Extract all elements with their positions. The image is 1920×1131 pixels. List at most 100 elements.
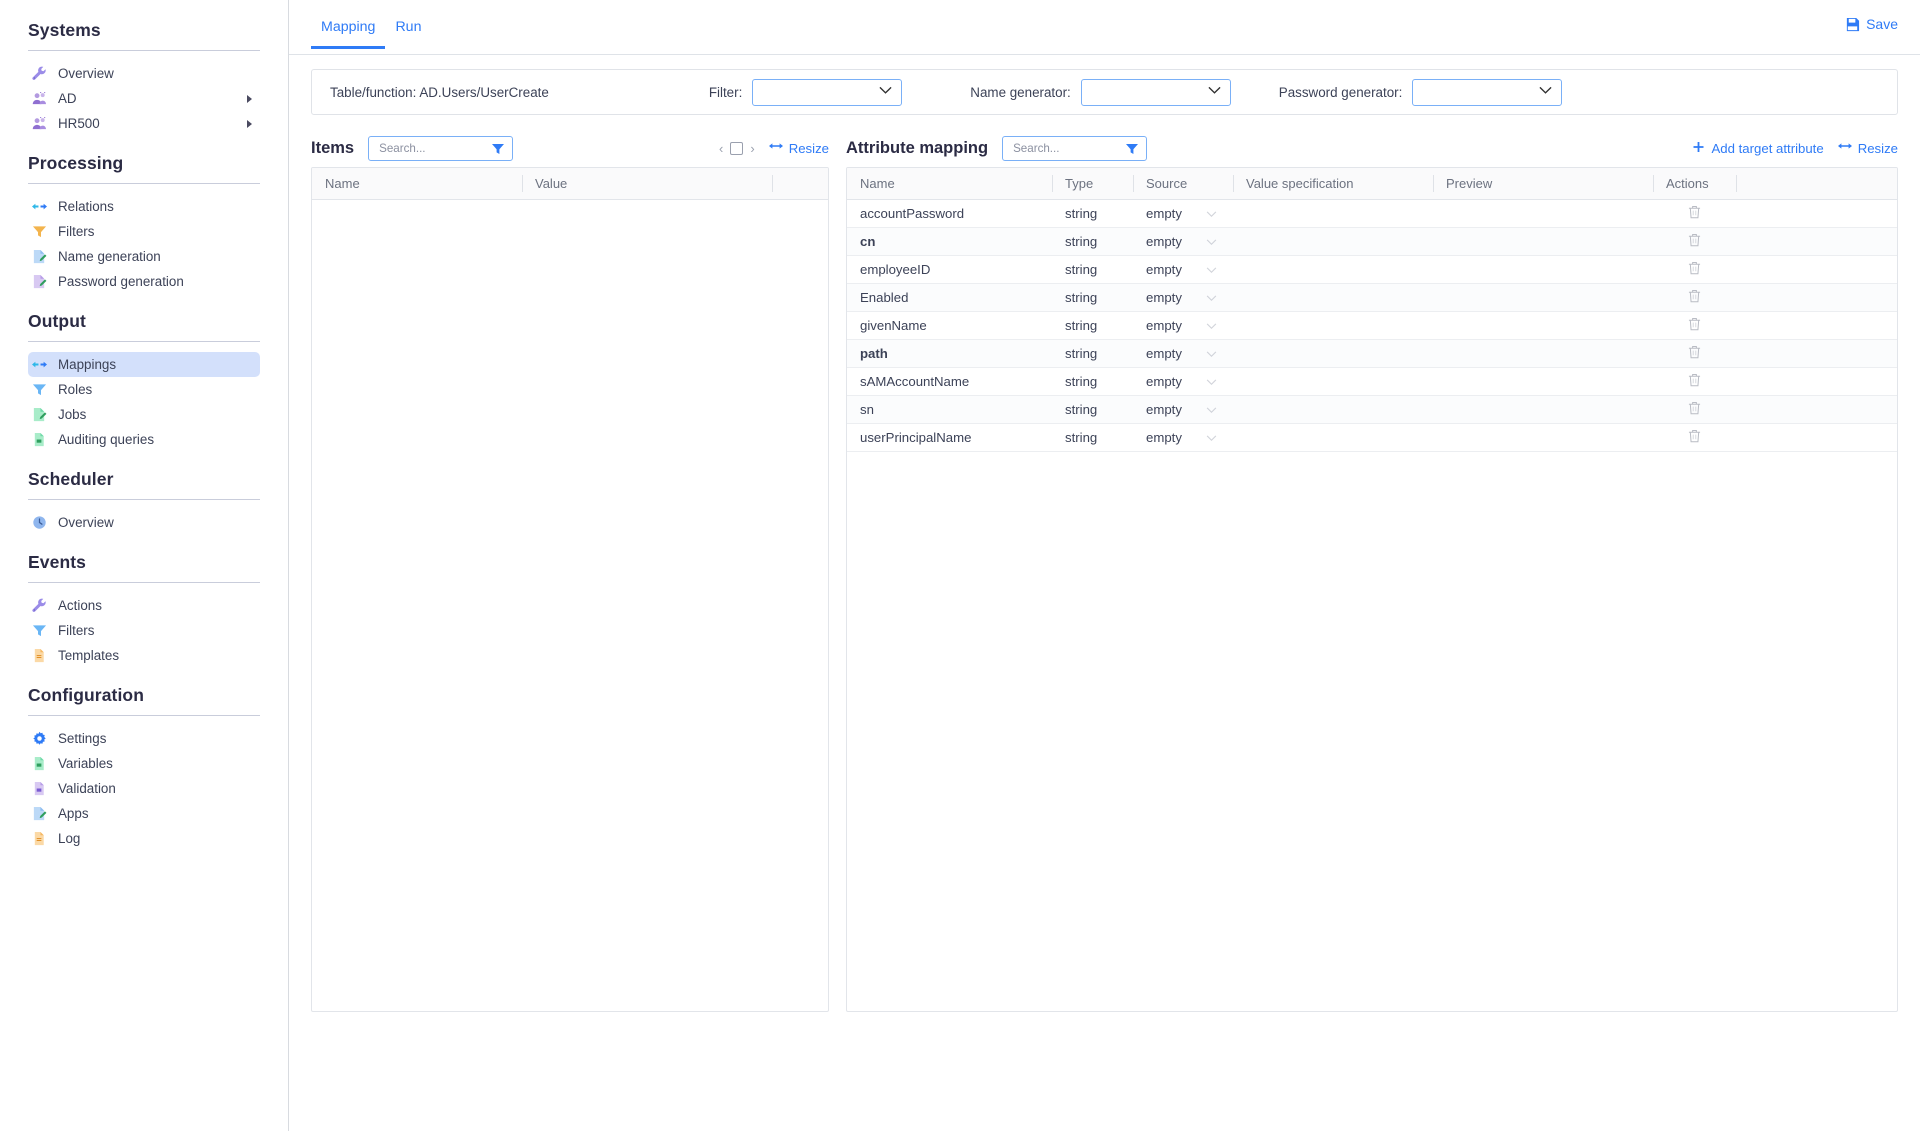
attr-col-value-specification[interactable]: Value specification xyxy=(1233,168,1433,200)
tab-run[interactable]: Run xyxy=(385,0,431,49)
chevron-down-icon[interactable] xyxy=(1206,318,1217,333)
password-generator-select[interactable] xyxy=(1412,78,1563,106)
table-row[interactable]: givenName string empty xyxy=(847,311,1897,340)
sidebar-item-name-generation[interactable]: Name generation xyxy=(28,244,260,269)
sidebar-item-overview[interactable]: Overview xyxy=(28,61,260,86)
sidebar-item-variables[interactable]: Variables xyxy=(28,751,260,776)
attr-extra-cell xyxy=(1736,255,1897,284)
table-row[interactable]: accountPassword string empty xyxy=(847,199,1897,228)
attr-value-specification-cell[interactable] xyxy=(1233,367,1433,396)
sidebar-item-filters[interactable]: Filters xyxy=(28,618,260,643)
next-page-icon[interactable]: › xyxy=(750,142,754,155)
chevron-down-icon[interactable] xyxy=(1206,346,1217,361)
attribute-table-wrapper: Name Type Source Value specification Pre… xyxy=(846,167,1898,1012)
chevron-down-icon[interactable] xyxy=(1206,402,1217,417)
delete-icon[interactable] xyxy=(1688,233,1701,250)
chevron-down-icon[interactable] xyxy=(1206,234,1217,249)
sidebar-item-jobs[interactable]: Jobs xyxy=(28,402,260,427)
attr-source-cell[interactable]: empty xyxy=(1133,227,1233,256)
attr-source-cell[interactable]: empty xyxy=(1133,255,1233,284)
delete-icon[interactable] xyxy=(1688,317,1701,334)
sidebar-item-ad[interactable]: AD xyxy=(28,86,260,111)
table-row[interactable]: userPrincipalName string empty xyxy=(847,423,1897,452)
delete-icon[interactable] xyxy=(1688,205,1701,222)
sidebar-item-roles[interactable]: Roles xyxy=(28,377,260,402)
sidebar-item-filters[interactable]: Filters xyxy=(28,219,260,244)
save-button[interactable]: Save xyxy=(1845,16,1898,32)
items-search-input[interactable] xyxy=(377,140,505,156)
tab-bar: Mapping Run Save xyxy=(289,0,1920,55)
sidebar-item-validation[interactable]: Validation xyxy=(28,776,260,801)
chevron-down-icon[interactable] xyxy=(1206,374,1217,389)
filter-select[interactable] xyxy=(752,78,903,106)
delete-icon[interactable] xyxy=(1688,373,1701,390)
items-col-value[interactable]: Value xyxy=(522,168,772,200)
attr-col-name[interactable]: Name xyxy=(847,168,1052,200)
chevron-down-icon[interactable] xyxy=(1206,262,1217,277)
items-col-name[interactable]: Name xyxy=(312,168,522,200)
sidebar-item-settings[interactable]: Settings xyxy=(28,726,260,751)
delete-icon[interactable] xyxy=(1688,345,1701,362)
items-col-extra[interactable] xyxy=(772,168,828,200)
sidebar-item-overview[interactable]: Overview xyxy=(28,510,260,535)
attr-col-actions[interactable]: Actions xyxy=(1653,168,1736,200)
delete-icon[interactable] xyxy=(1688,401,1701,418)
sidebar-item-auditing-queries[interactable]: Auditing queries xyxy=(28,427,260,452)
table-row[interactable]: Enabled string empty xyxy=(847,283,1897,312)
add-target-attribute-button[interactable]: Add target attribute xyxy=(1692,141,1824,156)
delete-icon[interactable] xyxy=(1688,429,1701,446)
attr-source-cell[interactable]: empty xyxy=(1133,395,1233,424)
prev-page-icon[interactable]: ‹ xyxy=(719,142,723,155)
sidebar-item-mappings[interactable]: Mappings xyxy=(28,352,260,377)
attr-value-specification-cell[interactable] xyxy=(1233,339,1433,368)
attribute-resize-button[interactable]: Resize xyxy=(1837,141,1898,156)
delete-icon[interactable] xyxy=(1688,261,1701,278)
attribute-search-input[interactable] xyxy=(1011,140,1139,156)
table-row[interactable]: sn string empty xyxy=(847,395,1897,424)
attr-value-specification-cell[interactable] xyxy=(1233,227,1433,256)
sidebar-item-label: Templates xyxy=(58,648,120,663)
table-row[interactable]: path string empty xyxy=(847,339,1897,368)
attr-value-specification-cell[interactable] xyxy=(1233,199,1433,228)
chevron-down-icon[interactable] xyxy=(1206,430,1217,445)
attribute-search-box[interactable] xyxy=(1002,135,1148,161)
attr-value-specification-cell[interactable] xyxy=(1233,423,1433,452)
sidebar-item-hr500[interactable]: HR500 xyxy=(28,111,260,136)
attr-value-specification-cell[interactable] xyxy=(1233,255,1433,284)
funnel-icon[interactable] xyxy=(491,142,505,161)
sidebar-item-templates[interactable]: Templates xyxy=(28,643,260,668)
chevron-down-icon[interactable] xyxy=(1206,290,1217,305)
attr-value-specification-cell[interactable] xyxy=(1233,395,1433,424)
attr-col-extra[interactable] xyxy=(1736,168,1897,200)
items-resize-button[interactable]: Resize xyxy=(768,141,829,156)
attr-value-specification-cell[interactable] xyxy=(1233,283,1433,312)
attr-source-cell[interactable]: empty xyxy=(1133,199,1233,228)
attr-source-cell[interactable]: empty xyxy=(1133,367,1233,396)
name-generator-select[interactable] xyxy=(1080,78,1231,106)
page-indicator[interactable] xyxy=(730,141,744,155)
sidebar-item-password-generation[interactable]: Password generation xyxy=(28,269,260,294)
sidebar-item-apps[interactable]: Apps xyxy=(28,801,260,826)
sidebar-item-log[interactable]: Log xyxy=(28,826,260,851)
items-search-box[interactable] xyxy=(368,135,514,161)
attr-col-source[interactable]: Source xyxy=(1133,168,1233,200)
attr-source-cell[interactable]: empty xyxy=(1133,339,1233,368)
tab-mapping[interactable]: Mapping xyxy=(311,0,386,49)
sidebar-item-actions[interactable]: Actions xyxy=(28,593,260,618)
attr-preview-cell xyxy=(1433,423,1653,452)
table-row[interactable]: sAMAccountName string empty xyxy=(847,367,1897,396)
attr-col-preview[interactable]: Preview xyxy=(1433,168,1653,200)
funnel-icon[interactable] xyxy=(1125,142,1139,161)
sidebar-item-relations[interactable]: Relations xyxy=(28,194,260,219)
delete-icon[interactable] xyxy=(1688,289,1701,306)
table-row[interactable]: cn string empty xyxy=(847,227,1897,256)
attr-value-specification-cell[interactable] xyxy=(1233,311,1433,340)
attr-source-cell[interactable]: empty xyxy=(1133,283,1233,312)
table-row[interactable]: employeeID string empty xyxy=(847,255,1897,284)
attr-source-cell[interactable]: empty xyxy=(1133,311,1233,340)
chevron-right-icon[interactable] xyxy=(247,94,252,103)
chevron-down-icon[interactable] xyxy=(1206,206,1217,221)
chevron-right-icon[interactable] xyxy=(247,119,252,128)
attr-col-type[interactable]: Type xyxy=(1052,168,1133,200)
attr-source-cell[interactable]: empty xyxy=(1133,423,1233,452)
